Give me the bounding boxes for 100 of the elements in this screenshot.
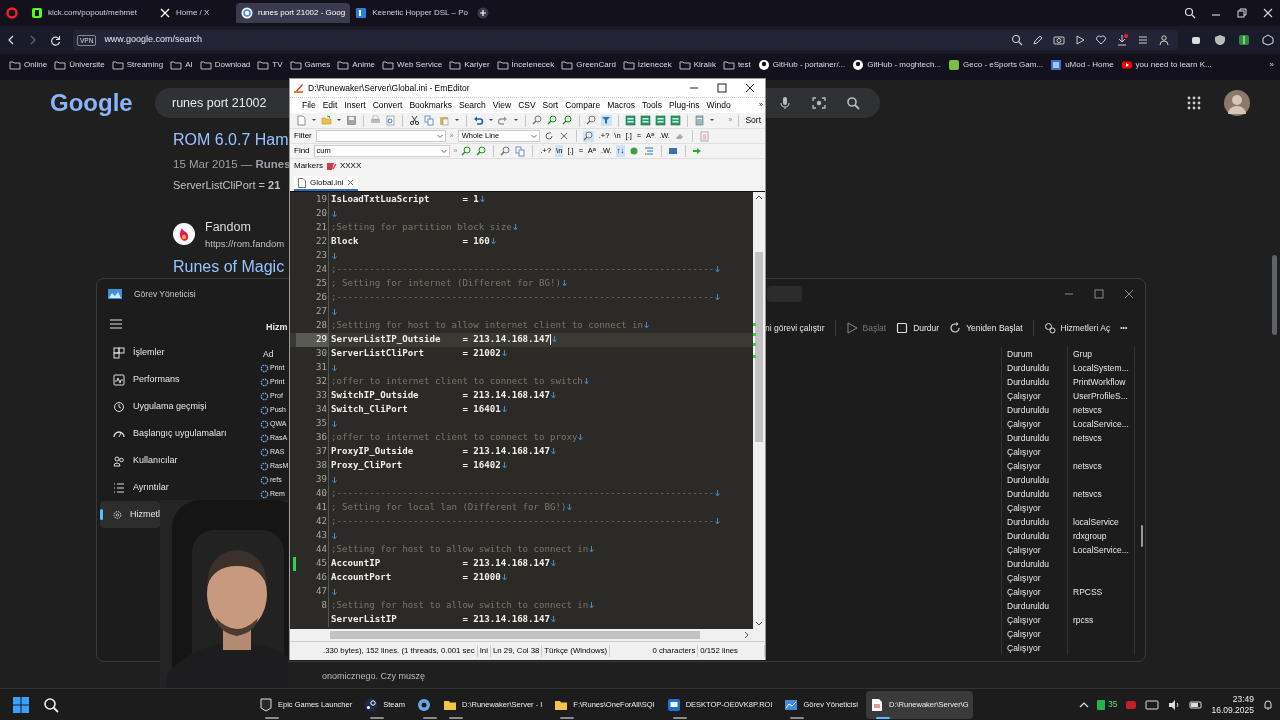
search-icon[interactable]: [1011, 34, 1023, 46]
bookmark[interactable]: İzlenecek: [622, 59, 672, 71]
magnifier-icon[interactable]: [586, 115, 597, 126]
undo-icon[interactable]: [473, 115, 484, 126]
chevron-icon[interactable]: [1079, 700, 1089, 709]
bookmark[interactable]: test: [722, 59, 751, 71]
search-icon[interactable]: [43, 696, 59, 713]
funnel-icon[interactable]: [601, 115, 612, 126]
shield-icon[interactable]: [1214, 34, 1226, 46]
magnifier-icon[interactable]: [532, 115, 543, 126]
heart-icon[interactable]: [1095, 34, 1107, 46]
bookmark[interactable]: Streaming: [111, 59, 164, 71]
bookmark[interactable]: Kiralık: [678, 59, 716, 71]
bookmark[interactable]: Games: [289, 59, 331, 71]
search-icon[interactable]: [846, 96, 860, 110]
battery-icon[interactable]: [1189, 698, 1204, 711]
marker-chip[interactable]: XXXX: [339, 160, 362, 172]
magnifier-icon[interactable]: [562, 115, 573, 126]
menu-item[interactable]: Insert: [344, 99, 366, 112]
panel-icon[interactable]: [655, 115, 666, 126]
forward-icon[interactable]: [28, 35, 38, 45]
filter-field[interactable]: [315, 130, 446, 142]
bookmark[interactable]: GitHub - moghtech...: [852, 59, 942, 71]
search-field[interactable]: runes port 21002: [155, 88, 289, 118]
column-header[interactable]: Ad: [263, 347, 287, 361]
start-icon[interactable]: [13, 696, 29, 713]
menu-item[interactable]: Sort: [542, 99, 559, 112]
search-field[interactable]: [767, 286, 802, 302]
preview-icon[interactable]: [385, 115, 396, 126]
redo-icon[interactable]: [498, 115, 509, 126]
pencil-icon[interactable]: [1032, 34, 1044, 46]
new-tab-icon[interactable]: [476, 7, 489, 19]
browser-tab[interactable]: Home / X: [154, 3, 236, 23]
display-icon[interactable]: [1145, 698, 1160, 711]
magnifier-icon[interactable]: [582, 130, 594, 142]
menu-item[interactable]: Macros: [607, 99, 636, 112]
browser-logo-icon[interactable]: [6, 7, 18, 19]
bookmark[interactable]: Download: [199, 59, 251, 71]
bookmark[interactable]: Online: [9, 59, 48, 71]
scrollbar-thumb[interactable]: [755, 252, 763, 442]
clipboard-icon[interactable]: [439, 115, 450, 126]
magnifier-icon[interactable]: [476, 145, 488, 157]
bookmark[interactable]: AI: [170, 59, 193, 71]
scrollbar-thumb[interactable]: [1272, 255, 1277, 335]
menu-item[interactable]: CSV: [518, 99, 536, 112]
magnifier-icon[interactable]: [461, 145, 473, 157]
app-icon[interactable]: [1097, 699, 1105, 710]
restore-icon[interactable]: [1236, 7, 1248, 19]
maximize-icon[interactable]: [717, 83, 727, 93]
nav-item[interactable]: Performans: [100, 366, 256, 393]
apps-icon[interactable]: [1187, 96, 1201, 110]
bookmark[interactable]: GreenCard: [561, 59, 616, 71]
bookmark[interactable]: Web Service: [382, 59, 443, 71]
menu-item[interactable]: Search: [458, 99, 486, 112]
bookmark[interactable]: Üniversite: [54, 59, 105, 71]
menu-item[interactable]: Compare: [565, 99, 601, 112]
clear-icon[interactable]: [558, 130, 570, 142]
back-icon[interactable]: [6, 35, 16, 45]
menu-item[interactable]: View: [492, 99, 512, 112]
menu-icon[interactable]: [110, 319, 122, 329]
bookmark[interactable]: Geco - eSports Gam...: [948, 59, 1044, 71]
speaker-icon[interactable]: [1167, 698, 1182, 711]
bookmark[interactable]: Anime: [337, 59, 376, 71]
menu-item[interactable]: Convert: [372, 99, 403, 112]
menu-item[interactable]: Windo: [706, 99, 731, 112]
nav-item[interactable]: Hizmetl: [100, 501, 160, 528]
column-header[interactable]: Durum: [1001, 347, 1067, 361]
toolbar-button[interactable]: Yeniden Başlat: [949, 321, 1023, 335]
play-icon[interactable]: [1074, 34, 1086, 46]
toolbar-button[interactable]: Durdur: [896, 321, 940, 335]
scrollbar-thumb[interactable]: [1141, 525, 1143, 547]
microphone-icon[interactable]: [778, 96, 792, 110]
browser-tab[interactable]: Keenetic Hopper DSL – Po: [350, 3, 473, 23]
scrollbar[interactable]: [753, 192, 765, 629]
menu-item[interactable]: Bookmarks: [409, 99, 452, 112]
panel-icon[interactable]: [640, 115, 651, 126]
menu-item[interactable]: Edit: [322, 99, 338, 112]
bookmark[interactable]: İncelenecek: [496, 59, 555, 71]
close-icon[interactable]: [745, 83, 755, 93]
maximize-icon[interactable]: [1093, 288, 1105, 300]
bookmark[interactable]: Kariyer: [449, 59, 490, 71]
list-icon[interactable]: [1137, 34, 1149, 46]
nav-item[interactable]: Kullanıcılar: [100, 447, 256, 474]
sort-button[interactable]: Sort: [745, 114, 765, 127]
result-link[interactable]: Runes of Magic: [173, 256, 285, 277]
menu-item[interactable]: Tools: [642, 99, 662, 112]
scrollbar-thumb[interactable]: [330, 631, 700, 639]
menu-item[interactable]: File: [302, 99, 316, 112]
bookmark[interactable]: TV: [257, 59, 283, 71]
user-icon[interactable]: [1158, 34, 1170, 46]
magnifier-icon[interactable]: [500, 145, 512, 157]
camera-search-icon[interactable]: [812, 96, 826, 110]
menu-item[interactable]: Plug-ins: [668, 99, 700, 112]
bookmark[interactable]: you need to learn K...: [1120, 59, 1212, 71]
app-icon[interactable]: [1125, 698, 1138, 711]
nav-item[interactable]: Ayrıntılar: [100, 474, 256, 501]
download-icon[interactable]: [1116, 34, 1128, 46]
search-icon[interactable]: [1184, 7, 1196, 19]
scissors-icon[interactable]: [409, 115, 420, 126]
nav-item[interactable]: Uygulama geçmişi: [100, 393, 256, 420]
